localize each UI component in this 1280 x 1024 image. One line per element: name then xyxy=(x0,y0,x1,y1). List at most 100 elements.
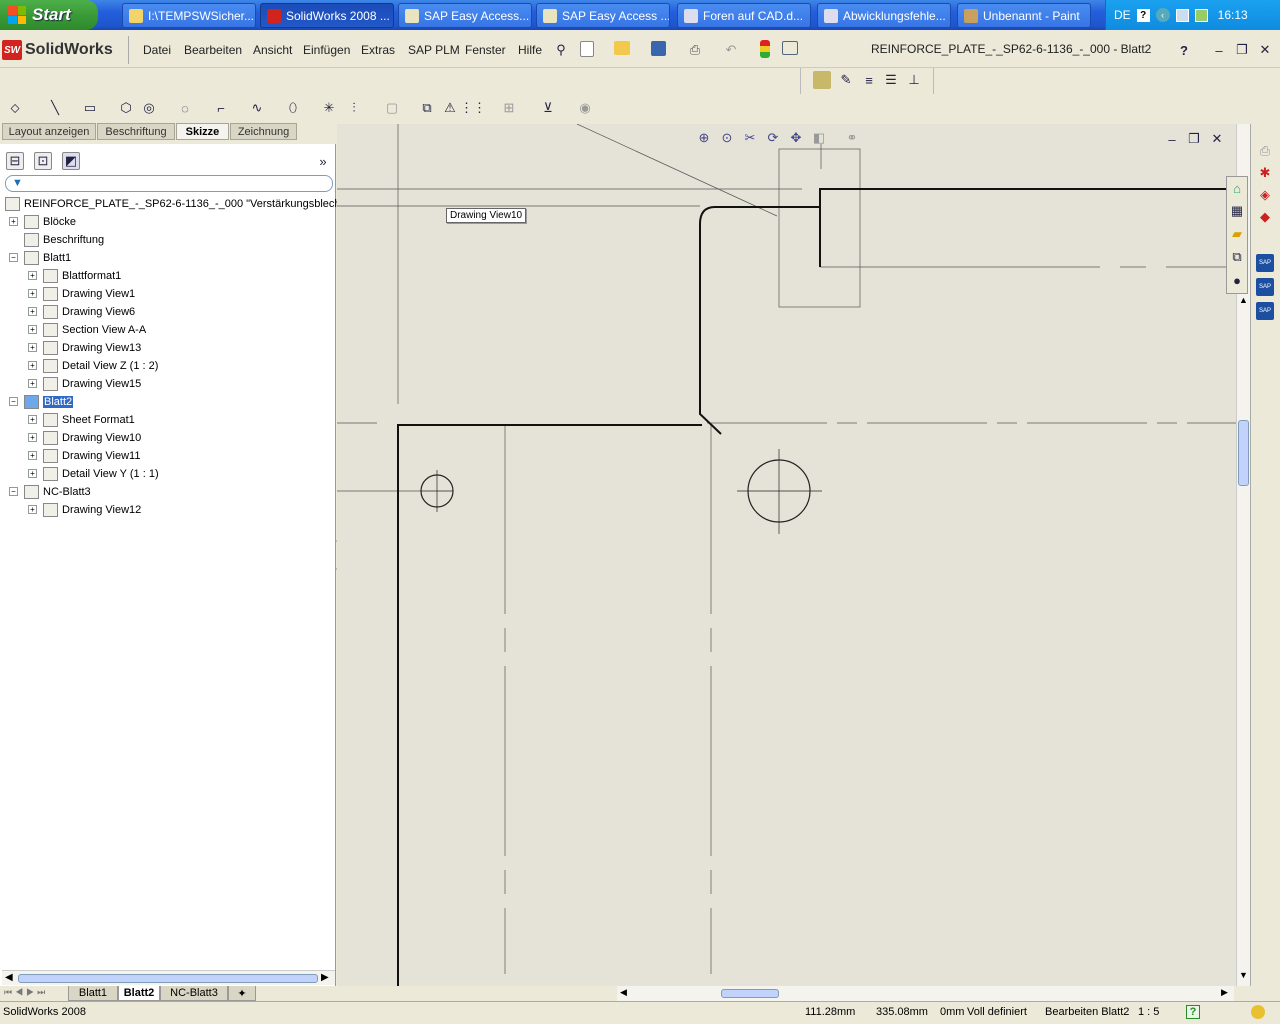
display-style-icon[interactable]: ◧ xyxy=(810,129,828,147)
status-tooltip-icon[interactable] xyxy=(1251,1005,1265,1019)
tab-zeichnung[interactable]: Zeichnung xyxy=(230,123,297,140)
taskbar-item-solidworks[interactable]: SolidWorks 2008 ... xyxy=(260,3,394,28)
hide-show-items-icon[interactable]: ⚭ xyxy=(843,129,861,147)
menu-bearbeiten[interactable]: Bearbeiten xyxy=(184,40,242,60)
tree-expander-icon[interactable]: + xyxy=(9,217,18,226)
tree-item[interactable]: Blatt2 xyxy=(24,393,74,410)
sheet-tab-blatt2[interactable]: Blatt2 xyxy=(118,986,160,1001)
tree-expander-icon[interactable]: + xyxy=(28,361,37,370)
circle-tool-icon[interactable]: ◎ xyxy=(140,99,158,117)
tray-chevron-icon[interactable]: ‹ xyxy=(1155,8,1170,22)
spline-tool-icon[interactable]: ∿ xyxy=(248,99,266,117)
undo-icon[interactable]: ↶ xyxy=(722,41,740,59)
minimize-doc-icon[interactable]: – xyxy=(1163,130,1181,148)
line-style-icon[interactable]: ☰ xyxy=(882,71,900,89)
tree-expander-icon[interactable]: − xyxy=(9,253,18,262)
tree-item[interactable]: Drawing View1 xyxy=(43,285,135,302)
configuration-manager-tab-icon[interactable]: ◩ xyxy=(62,152,80,170)
taskbar-item-sap-1[interactable]: SAP Easy Access... xyxy=(398,3,532,28)
save-icon[interactable] xyxy=(651,41,666,56)
tab-layout-anzeigen[interactable]: Layout anzeigen xyxy=(2,123,96,140)
tree-expander-icon[interactable]: + xyxy=(28,433,37,442)
tree-expander-icon[interactable]: + xyxy=(28,505,37,514)
tree-expander-icon[interactable]: + xyxy=(28,469,37,478)
layer-properties-icon[interactable] xyxy=(813,71,831,89)
trim-tool-icon[interactable]: ⫶ xyxy=(345,99,363,117)
ellipse-tool-icon[interactable]: ⬯ xyxy=(284,99,302,117)
move-entities-icon[interactable]: ⊞ xyxy=(500,99,518,117)
tree-expander-icon[interactable]: + xyxy=(28,379,37,388)
tree-filter-input[interactable]: ▼ xyxy=(5,175,333,192)
status-help-icon[interactable]: ? xyxy=(1186,1005,1200,1019)
taskbar-item-browser-1[interactable]: Foren auf CAD.d... xyxy=(677,3,811,28)
arc-tool-icon[interactable]: ◌ xyxy=(176,99,194,117)
new-document-icon[interactable] xyxy=(580,41,594,57)
tree-item[interactable]: Drawing View10 xyxy=(43,429,141,446)
sap-plm-icon[interactable]: ✱ xyxy=(1256,164,1274,182)
zoom-area-icon[interactable]: ⊙ xyxy=(718,129,736,147)
menu-sap-plm[interactable]: SAP PLM xyxy=(408,40,460,60)
menu-fenster[interactable]: Fenster xyxy=(465,40,506,60)
tree-expander-icon[interactable]: + xyxy=(28,325,37,334)
taskbar-item-folder[interactable]: I:\TEMPSWSicher... xyxy=(122,3,256,28)
sap-st-icon[interactable]: SAP xyxy=(1256,254,1274,272)
menu-extras[interactable]: Extras xyxy=(361,40,395,60)
view-palette-icon[interactable]: ⧉ xyxy=(1228,248,1246,266)
tree-item[interactable]: Drawing View15 xyxy=(43,375,141,392)
tree-expander-icon[interactable]: + xyxy=(28,307,37,316)
sheet-nav-arrows-icon[interactable]: ⏮◀▶⏭ xyxy=(4,987,48,998)
tree-expander-icon[interactable]: − xyxy=(9,487,18,496)
scroll-left-arrow-icon[interactable]: ◀ xyxy=(620,987,627,998)
drawing-canvas[interactable]: ⊕ ⊙ ✂ ⟳ ✥ ◧ ⚭ – ❐ ✕ xyxy=(337,124,1236,986)
tab-beschriftung[interactable]: Beschriftung xyxy=(97,123,175,140)
tree-item[interactable]: Detail View Z (1 : 2) xyxy=(43,357,158,374)
tree-horizontal-scrollbar[interactable]: ◀ ▶ xyxy=(2,970,335,985)
design-library-icon[interactable]: ▦ xyxy=(1228,202,1246,220)
restore-doc-icon[interactable]: ❐ xyxy=(1185,130,1203,148)
network-tray-icon[interactable] xyxy=(1175,8,1189,22)
tree-expander-icon[interactable]: − xyxy=(9,397,18,406)
polygon-tool-icon[interactable]: ⬡ xyxy=(117,99,135,117)
scroll-up-arrow-icon[interactable]: ▲ xyxy=(1239,295,1248,305)
relations-icon[interactable]: ⚠ xyxy=(441,99,459,117)
options-icon[interactable] xyxy=(782,41,798,55)
zoom-to-fit-icon[interactable]: ⊕ xyxy=(695,129,713,147)
line-tool-icon[interactable]: ╲ xyxy=(46,99,64,117)
language-indicator[interactable]: DE xyxy=(1114,8,1131,22)
tree-item[interactable]: Sheet Format1 xyxy=(43,411,135,428)
appearances-icon[interactable]: ● xyxy=(1228,271,1246,289)
hide-show-edges-icon[interactable]: ⊥ xyxy=(905,71,923,89)
pan-icon[interactable]: ✥ xyxy=(787,129,805,147)
file-explorer-icon[interactable]: ▰ xyxy=(1228,225,1246,243)
tree-item[interactable]: Detail View Y (1 : 1) xyxy=(43,465,159,482)
pin-icon[interactable]: ⚲ xyxy=(552,41,570,59)
rebuild-view-icon[interactable]: ⟳ xyxy=(764,129,782,147)
sap-dl-icon[interactable]: SAP xyxy=(1256,302,1274,320)
menu-ansicht[interactable]: Ansicht xyxy=(253,40,292,60)
scroll-right-arrow-icon[interactable]: ▶ xyxy=(321,972,329,983)
sap-st-2-icon[interactable]: SAP xyxy=(1256,278,1274,296)
tab-skizze[interactable]: Skizze xyxy=(176,123,229,140)
add-sheet-icon[interactable]: ✦ xyxy=(228,986,256,1001)
taskbar-item-sap-2[interactable]: SAP Easy Access ... xyxy=(536,3,670,28)
minimize-app-icon[interactable]: – xyxy=(1210,41,1228,59)
tree-item[interactable]: Blatt1 xyxy=(24,249,71,266)
tree-item[interactable]: Blattformat1 xyxy=(43,267,121,284)
smart-dimension-icon[interactable]: ⬦ xyxy=(6,99,24,117)
scroll-down-arrow-icon[interactable]: ▼ xyxy=(1239,970,1248,980)
help-tray-icon[interactable]: ? xyxy=(1136,8,1150,22)
resources-home-icon[interactable]: ⌂ xyxy=(1228,179,1246,197)
tree-item[interactable]: Drawing View12 xyxy=(43,501,141,518)
property-manager-tab-icon[interactable]: ⊡ xyxy=(34,152,52,170)
tree-item[interactable]: Drawing View6 xyxy=(43,303,135,320)
taskbar-item-paint[interactable]: Unbenannt - Paint xyxy=(957,3,1091,28)
close-doc-icon[interactable]: ✕ xyxy=(1208,130,1226,148)
tree-item[interactable]: Drawing View13 xyxy=(43,339,141,356)
menu-datei[interactable]: Datei xyxy=(143,40,171,60)
print-icon[interactable]: ⎙ xyxy=(686,41,704,59)
sketch-fix-icon[interactable]: ⊻ xyxy=(539,99,557,117)
line-color-icon[interactable]: ✎ xyxy=(837,71,855,89)
pattern-tool-icon[interactable]: ⋮⋮ xyxy=(460,99,486,117)
sap-document-icon[interactable]: ◈ xyxy=(1256,186,1274,204)
tree-scroll-thumb[interactable] xyxy=(18,974,318,983)
